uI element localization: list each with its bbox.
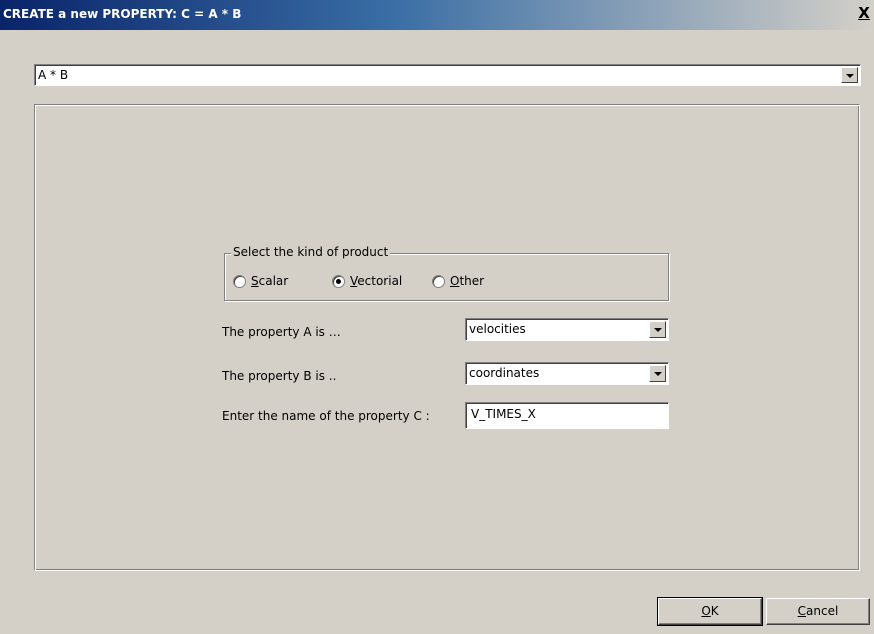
operation-select-value: A * B bbox=[38, 68, 69, 82]
operation-select[interactable]: A * B bbox=[34, 64, 861, 86]
radio-other-circle[interactable] bbox=[432, 274, 445, 288]
close-icon[interactable]: X bbox=[856, 5, 872, 21]
radio-scalar[interactable]: Scalar bbox=[233, 274, 288, 288]
product-kind-group: Select the kind of product Scalar Vector… bbox=[224, 245, 669, 301]
property-c-value: V_TIMES_X bbox=[471, 407, 536, 421]
property-a-select[interactable]: velocities bbox=[465, 318, 669, 341]
property-b-label: The property B is .. bbox=[222, 369, 337, 383]
property-a-label: The property A is … bbox=[222, 325, 341, 339]
radio-scalar-circle[interactable] bbox=[233, 274, 246, 288]
chevron-down-icon[interactable] bbox=[841, 67, 858, 83]
title-bar[interactable]: CREATE a new PROPERTY: C = A * B X bbox=[0, 0, 874, 30]
window-title: CREATE a new PROPERTY: C = A * B bbox=[3, 7, 242, 21]
property-c-label: Enter the name of the property C : bbox=[222, 409, 430, 423]
property-b-value: coordinates bbox=[469, 366, 540, 380]
product-kind-legend: Select the kind of product bbox=[231, 245, 391, 259]
property-b-select[interactable]: coordinates bbox=[465, 362, 669, 385]
cancel-button[interactable]: Cancel bbox=[766, 598, 870, 625]
radio-vectorial[interactable]: Vectorial bbox=[332, 274, 402, 288]
chevron-down-icon[interactable] bbox=[649, 365, 666, 382]
radio-vectorial-circle[interactable] bbox=[332, 274, 345, 288]
content-panel bbox=[34, 104, 860, 571]
ok-button[interactable]: OK bbox=[657, 597, 763, 626]
property-a-value: velocities bbox=[469, 322, 526, 336]
property-c-input[interactable]: V_TIMES_X bbox=[465, 402, 669, 429]
chevron-down-icon[interactable] bbox=[649, 321, 666, 338]
radio-other[interactable]: Other bbox=[432, 274, 484, 288]
radio-scalar-label: Scalar bbox=[251, 274, 289, 288]
radio-other-label: Other bbox=[450, 274, 485, 288]
radio-vectorial-label: Vectorial bbox=[350, 274, 403, 288]
